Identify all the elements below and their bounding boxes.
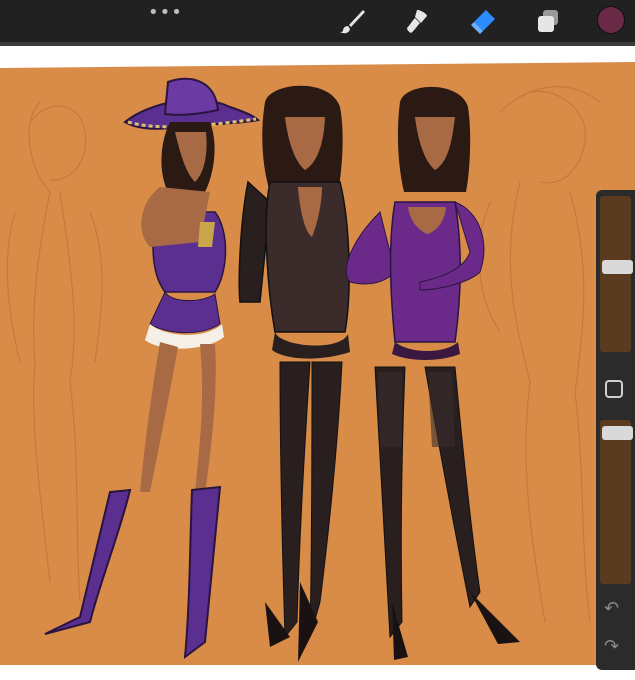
smudge-tool-icon[interactable] bbox=[403, 6, 433, 36]
redo-icon[interactable]: ↷ bbox=[604, 636, 619, 657]
layers-tool-icon[interactable] bbox=[533, 6, 563, 36]
modify-button[interactable] bbox=[605, 380, 623, 398]
brush-opacity-thumb[interactable] bbox=[602, 426, 633, 440]
artwork bbox=[0, 62, 635, 665]
eraser-tool-icon[interactable] bbox=[468, 6, 498, 36]
brush-tool-icon[interactable] bbox=[337, 6, 367, 36]
brush-size-slider[interactable] bbox=[600, 196, 633, 352]
drawing-canvas[interactable] bbox=[0, 62, 635, 665]
top-toolbar: ••• bbox=[0, 0, 635, 42]
brush-sidebar: ↶ ↷ bbox=[596, 190, 635, 670]
brush-size-thumb[interactable] bbox=[602, 260, 633, 274]
undo-icon[interactable]: ↶ bbox=[604, 598, 619, 619]
toolbar-divider bbox=[0, 42, 635, 46]
more-options-icon[interactable]: ••• bbox=[148, 2, 183, 23]
current-color-swatch[interactable] bbox=[598, 7, 624, 33]
brush-opacity-slider[interactable] bbox=[600, 420, 633, 584]
